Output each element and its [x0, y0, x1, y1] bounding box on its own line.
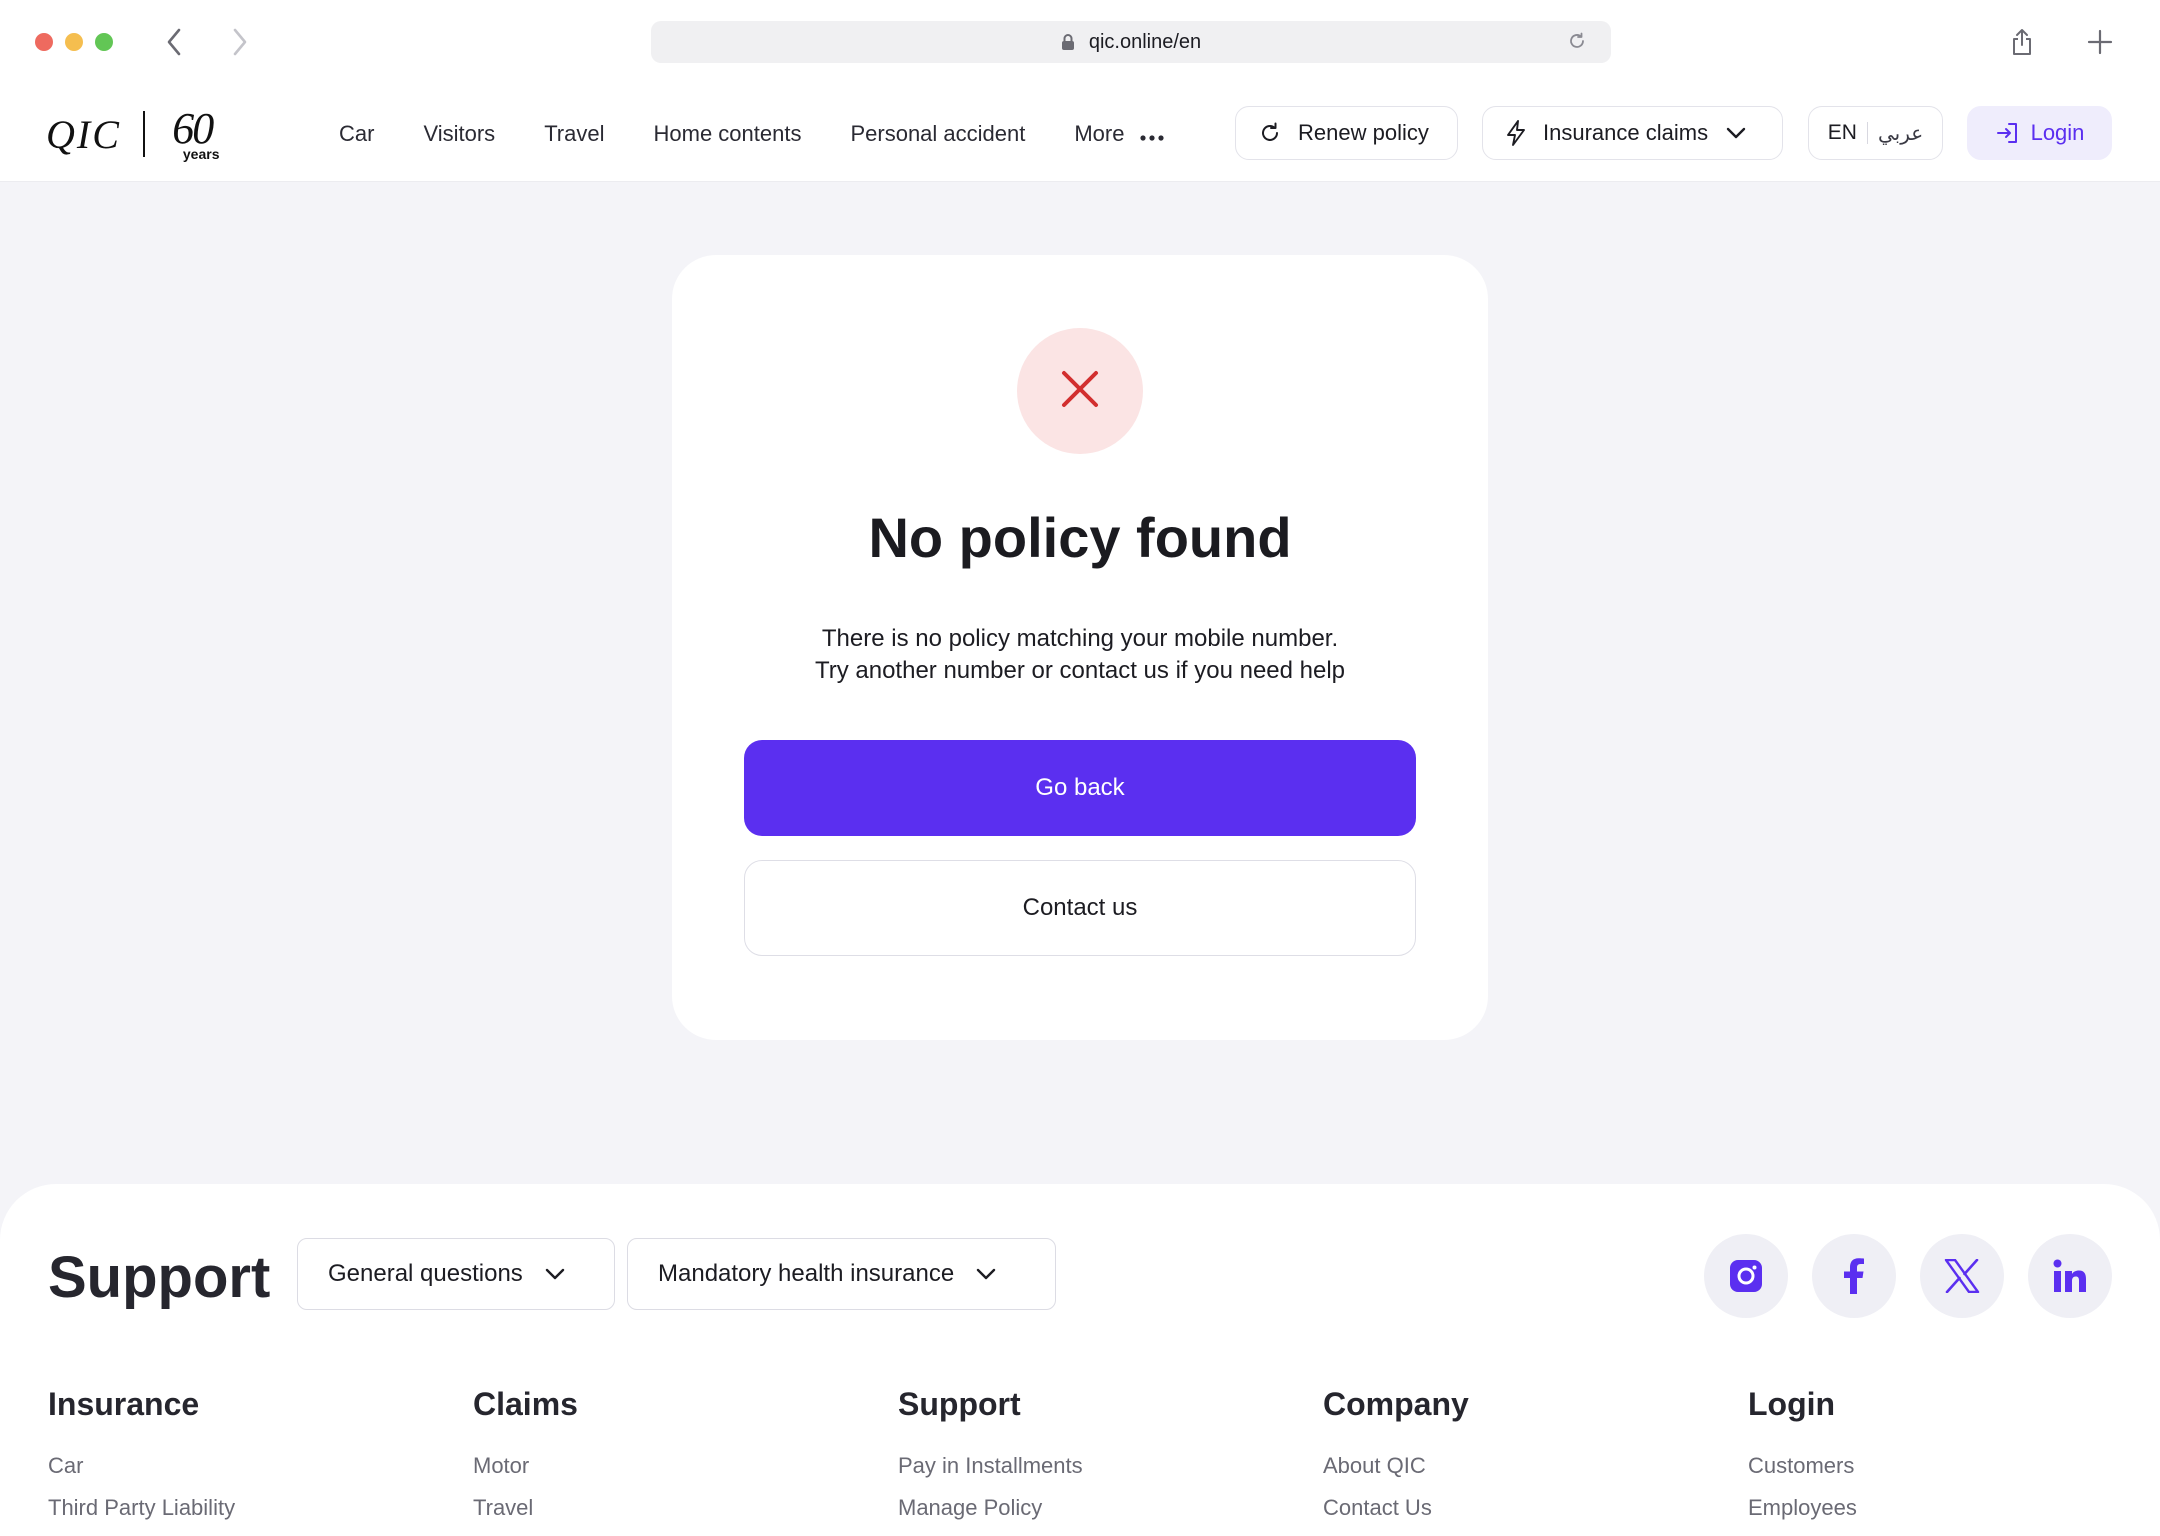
- footer-heading: Company: [1323, 1386, 1469, 1422]
- footer-heading: Insurance: [48, 1386, 200, 1422]
- reload-icon[interactable]: [1567, 31, 1587, 51]
- card-message: There is no policy matching your mobile …: [672, 623, 1488, 687]
- general-questions-dropdown[interactable]: General questions: [297, 1238, 615, 1310]
- renew-policy-button[interactable]: Renew policy: [1235, 106, 1458, 160]
- lang-ar[interactable]: عربي: [1878, 121, 1923, 146]
- minimize-window-button[interactable]: [65, 33, 83, 51]
- footer: Support General questions Mandatory heal…: [0, 1184, 2160, 1536]
- logo-anniversary-word: years: [182, 146, 220, 162]
- url-text: qic.online/en: [1088, 30, 1202, 53]
- facebook-icon[interactable]: [1812, 1234, 1896, 1318]
- footer-link[interactable]: Employees: [1748, 1487, 1857, 1529]
- forward-arrow-icon[interactable]: [222, 24, 258, 60]
- footer-link[interactable]: Third Party Liability: [48, 1487, 235, 1529]
- insurance-claims-label: Insurance claims: [1543, 120, 1709, 145]
- footer-heading: Login: [1748, 1386, 1836, 1422]
- footer-column-claims: Claims Motor Travel: [473, 1386, 578, 1529]
- footer-link[interactable]: Travel: [473, 1487, 578, 1529]
- renew-policy-label: Renew policy: [1298, 120, 1429, 145]
- nav-personal-accident[interactable]: Personal accident: [850, 121, 1025, 147]
- lang-en[interactable]: EN: [1828, 121, 1857, 145]
- footer-link[interactable]: Motor: [473, 1445, 578, 1487]
- maximize-window-button[interactable]: [95, 33, 113, 51]
- card-message-line-2: Try another number or contact us if you …: [814, 657, 1346, 684]
- contact-us-button[interactable]: Contact us: [744, 860, 1416, 956]
- main-nav: Car Visitors Travel Home contents Person…: [339, 86, 1165, 182]
- lang-divider: [1866, 122, 1868, 144]
- linkedin-icon[interactable]: [2028, 1234, 2112, 1318]
- card-title: No policy found: [868, 506, 1292, 569]
- login-button[interactable]: Login: [1967, 106, 2112, 160]
- lightning-icon: [1505, 120, 1527, 146]
- logo-anniversary: 60 years: [165, 104, 220, 162]
- nav-home-contents[interactable]: Home contents: [654, 121, 802, 147]
- nav-more-label: More: [1074, 121, 1125, 146]
- footer-link[interactable]: Car: [48, 1445, 235, 1487]
- footer-link[interactable]: Contact Us: [1323, 1487, 1469, 1529]
- general-questions-label: General questions: [328, 1260, 523, 1287]
- nav-visitors[interactable]: Visitors: [423, 121, 495, 147]
- site-header: QIC 60 years Car Visitors Travel Home co…: [0, 86, 2160, 182]
- footer-column-support: Support Pay in Installments Manage Polic…: [898, 1386, 1083, 1529]
- share-icon[interactable]: [2002, 22, 2042, 62]
- card-message-line-1: There is no policy matching your mobile …: [821, 625, 1339, 652]
- close-window-button[interactable]: [35, 33, 53, 51]
- logo-anniversary-number: 60: [172, 104, 214, 153]
- no-policy-card: No policy found There is no policy match…: [672, 255, 1488, 1040]
- go-back-button[interactable]: Go back: [744, 740, 1416, 836]
- logo-divider: [142, 111, 145, 157]
- insurance-claims-dropdown[interactable]: Insurance claims: [1482, 106, 1783, 160]
- lock-icon: [1061, 33, 1075, 51]
- chevron-down-icon: [1726, 127, 1746, 139]
- qic-logo[interactable]: QIC 60 years: [46, 104, 219, 164]
- footer-link[interactable]: Manage Policy: [898, 1487, 1083, 1529]
- address-bar[interactable]: qic.online/en: [651, 21, 1611, 63]
- mandatory-health-insurance-label: Mandatory health insurance: [658, 1260, 955, 1287]
- new-tab-icon[interactable]: [2080, 22, 2120, 62]
- nav-car[interactable]: Car: [339, 121, 374, 147]
- footer-column-login: Login Customers Employees: [1748, 1386, 1857, 1529]
- mandatory-health-insurance-dropdown[interactable]: Mandatory health insurance: [627, 1238, 1056, 1310]
- footer-link[interactable]: Pay in Installments: [898, 1445, 1083, 1487]
- support-title: Support: [48, 1245, 271, 1310]
- browser-chrome: qic.online/en: [0, 0, 2160, 86]
- language-switcher[interactable]: EN عربي: [1808, 106, 1943, 160]
- login-icon: [1995, 122, 2019, 144]
- footer-link[interactable]: About QIC: [1323, 1445, 1469, 1487]
- refresh-icon: [1258, 121, 1282, 145]
- close-x-icon: [1060, 369, 1100, 414]
- chevron-down-icon: [545, 1268, 565, 1280]
- footer-column-insurance: Insurance Car Third Party Liability: [48, 1386, 235, 1529]
- more-dots-icon: [1140, 121, 1165, 147]
- footer-column-company: Company About QIC Contact Us: [1323, 1386, 1469, 1529]
- instagram-icon[interactable]: [1704, 1234, 1788, 1318]
- footer-heading: Claims: [473, 1386, 578, 1422]
- back-arrow-icon[interactable]: [156, 24, 192, 60]
- error-badge: [1017, 328, 1143, 454]
- footer-link[interactable]: Customers: [1748, 1445, 1857, 1487]
- nav-travel[interactable]: Travel: [544, 121, 604, 147]
- footer-heading: Support: [898, 1386, 1021, 1422]
- login-label: Login: [2030, 120, 2085, 145]
- logo-brand: QIC: [46, 111, 121, 157]
- chevron-down-icon: [976, 1268, 996, 1280]
- nav-more[interactable]: More: [1074, 121, 1165, 147]
- x-icon[interactable]: [1920, 1234, 2004, 1318]
